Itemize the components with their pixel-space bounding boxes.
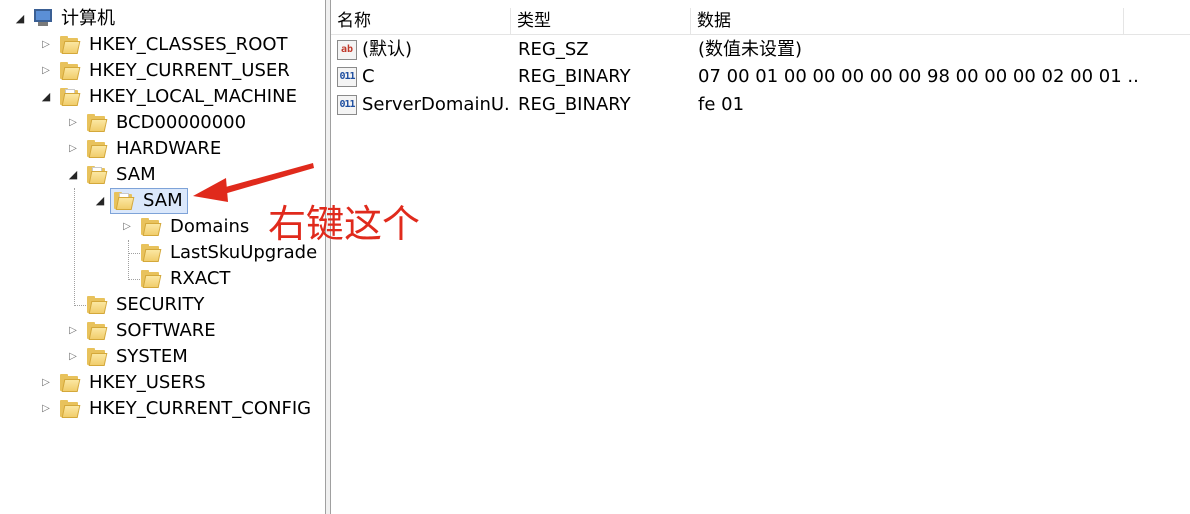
list-header: 名称 类型 数据 <box>331 8 1190 35</box>
value-type: REG_SZ <box>518 39 589 60</box>
tree-node-label: SOFTWARE <box>116 320 216 341</box>
folder-icon <box>139 269 163 289</box>
expand-arrow-icon[interactable]: ▷ <box>40 377 52 389</box>
tree-node-hkey-current-config[interactable]: ▷ HKEY_CURRENT_CONFIG <box>0 396 325 422</box>
folder-icon <box>85 113 109 133</box>
value-type: REG_BINARY <box>518 66 631 87</box>
folder-icon <box>85 321 109 341</box>
tree-node-rxact[interactable]: RXACT <box>0 266 325 292</box>
folder-icon <box>139 243 163 263</box>
registry-values-pane[interactable]: 名称 类型 数据 ab (默认) REG_SZ (数值未设置) 011 C RE… <box>331 0 1190 514</box>
collapse-arrow-icon[interactable]: ◢ <box>94 195 106 207</box>
tree-node-label: HKEY_LOCAL_MACHINE <box>89 86 297 107</box>
tree-node-hkey-current-user[interactable]: ▷ HKEY_CURRENT_USER <box>0 58 325 84</box>
column-header-type[interactable]: 类型 <box>511 8 691 34</box>
annotation-text: 右键这个 <box>268 202 421 246</box>
folder-icon <box>85 139 109 159</box>
tree-node-label: HARDWARE <box>116 138 222 159</box>
tree-node-label: HKEY_CLASSES_ROOT <box>89 34 288 55</box>
collapse-arrow-icon[interactable]: ◢ <box>67 169 79 181</box>
tree-node-label: Domains <box>170 216 250 237</box>
collapse-arrow-icon[interactable]: ◢ <box>14 13 26 25</box>
tree-node-label: BCD00000000 <box>116 112 247 133</box>
value-data: fe 01 <box>698 94 745 115</box>
value-row[interactable]: 011 ServerDomainU... REG_BINARY fe 01 <box>331 92 1190 118</box>
folder-icon <box>139 217 163 237</box>
value-row[interactable]: 011 C REG_BINARY 07 00 01 00 00 00 00 00… <box>331 64 1190 90</box>
string-value-icon: ab <box>337 40 357 60</box>
tree-node-label: SECURITY <box>116 294 205 315</box>
tree-node-sam-parent[interactable]: ◢ SAM <box>0 162 325 188</box>
expand-arrow-icon[interactable]: ▷ <box>121 221 133 233</box>
tree-node-hardware[interactable]: ▷ HARDWARE <box>0 136 325 162</box>
folder-open-icon <box>58 87 82 107</box>
tree-node-bcd00000000[interactable]: ▷ BCD00000000 <box>0 110 325 136</box>
expand-arrow-icon[interactable]: ▷ <box>67 143 79 155</box>
expand-arrow-icon[interactable]: ▷ <box>67 325 79 337</box>
folder-icon <box>85 347 109 367</box>
registry-tree-pane[interactable]: ◢ 计算机 ▷ HKEY_CLASSES_ROOT ▷ HKEY_CURRENT… <box>0 0 325 514</box>
tree-node-label: SAM <box>143 190 183 211</box>
tree-node-label: SYSTEM <box>116 346 188 367</box>
value-type: REG_BINARY <box>518 94 631 115</box>
column-header-data[interactable]: 数据 <box>691 8 1124 34</box>
tree-node-label: HKEY_CURRENT_CONFIG <box>89 398 312 419</box>
tree-root-computer[interactable]: ◢ 计算机 <box>0 6 200 32</box>
tree-node-hkey-classes-root[interactable]: ▷ HKEY_CLASSES_ROOT <box>0 32 325 58</box>
expand-arrow-icon[interactable]: ▷ <box>40 39 52 51</box>
tree-node-label: HKEY_USERS <box>89 372 206 393</box>
folder-icon <box>58 61 82 81</box>
expand-arrow-icon[interactable]: ▷ <box>40 403 52 415</box>
tree-node-hkey-users[interactable]: ▷ HKEY_USERS <box>0 370 325 396</box>
value-data: (数值未设置) <box>698 39 803 60</box>
value-name: ServerDomainU... <box>362 94 510 115</box>
tree-node-label: HKEY_CURRENT_USER <box>89 60 290 81</box>
value-row[interactable]: ab (默认) REG_SZ (数值未设置) <box>331 37 1190 63</box>
folder-icon <box>58 399 82 419</box>
column-header-name[interactable]: 名称 <box>331 8 511 34</box>
tree-node-hkey-local-machine[interactable]: ◢ HKEY_LOCAL_MACHINE <box>0 84 325 110</box>
binary-value-icon: 011 <box>337 67 357 87</box>
computer-icon <box>32 7 56 29</box>
tree-node-software[interactable]: ▷ SOFTWARE <box>0 318 325 344</box>
folder-open-icon <box>112 191 136 211</box>
tree-node-label: RXACT <box>170 268 231 289</box>
folder-icon <box>58 35 82 55</box>
folder-open-icon <box>85 165 109 185</box>
tree-node-system[interactable]: ▷ SYSTEM <box>0 344 325 370</box>
expand-arrow-icon[interactable]: ▷ <box>67 351 79 363</box>
folder-icon <box>58 373 82 393</box>
value-name: C <box>362 66 375 87</box>
value-name: (默认) <box>362 39 413 60</box>
folder-icon <box>85 295 109 315</box>
tree-node-security[interactable]: SECURITY <box>0 292 325 318</box>
tree-node-label: SAM <box>116 164 156 185</box>
expand-arrow-icon[interactable]: ▷ <box>40 65 52 77</box>
value-data: 07 00 01 00 00 00 00 00 98 00 00 00 02 0… <box>698 66 1138 87</box>
tree-node-label: 计算机 <box>61 8 115 29</box>
expand-arrow-icon[interactable]: ▷ <box>67 117 79 129</box>
binary-value-icon: 011 <box>337 95 357 115</box>
collapse-arrow-icon[interactable]: ◢ <box>40 91 52 103</box>
